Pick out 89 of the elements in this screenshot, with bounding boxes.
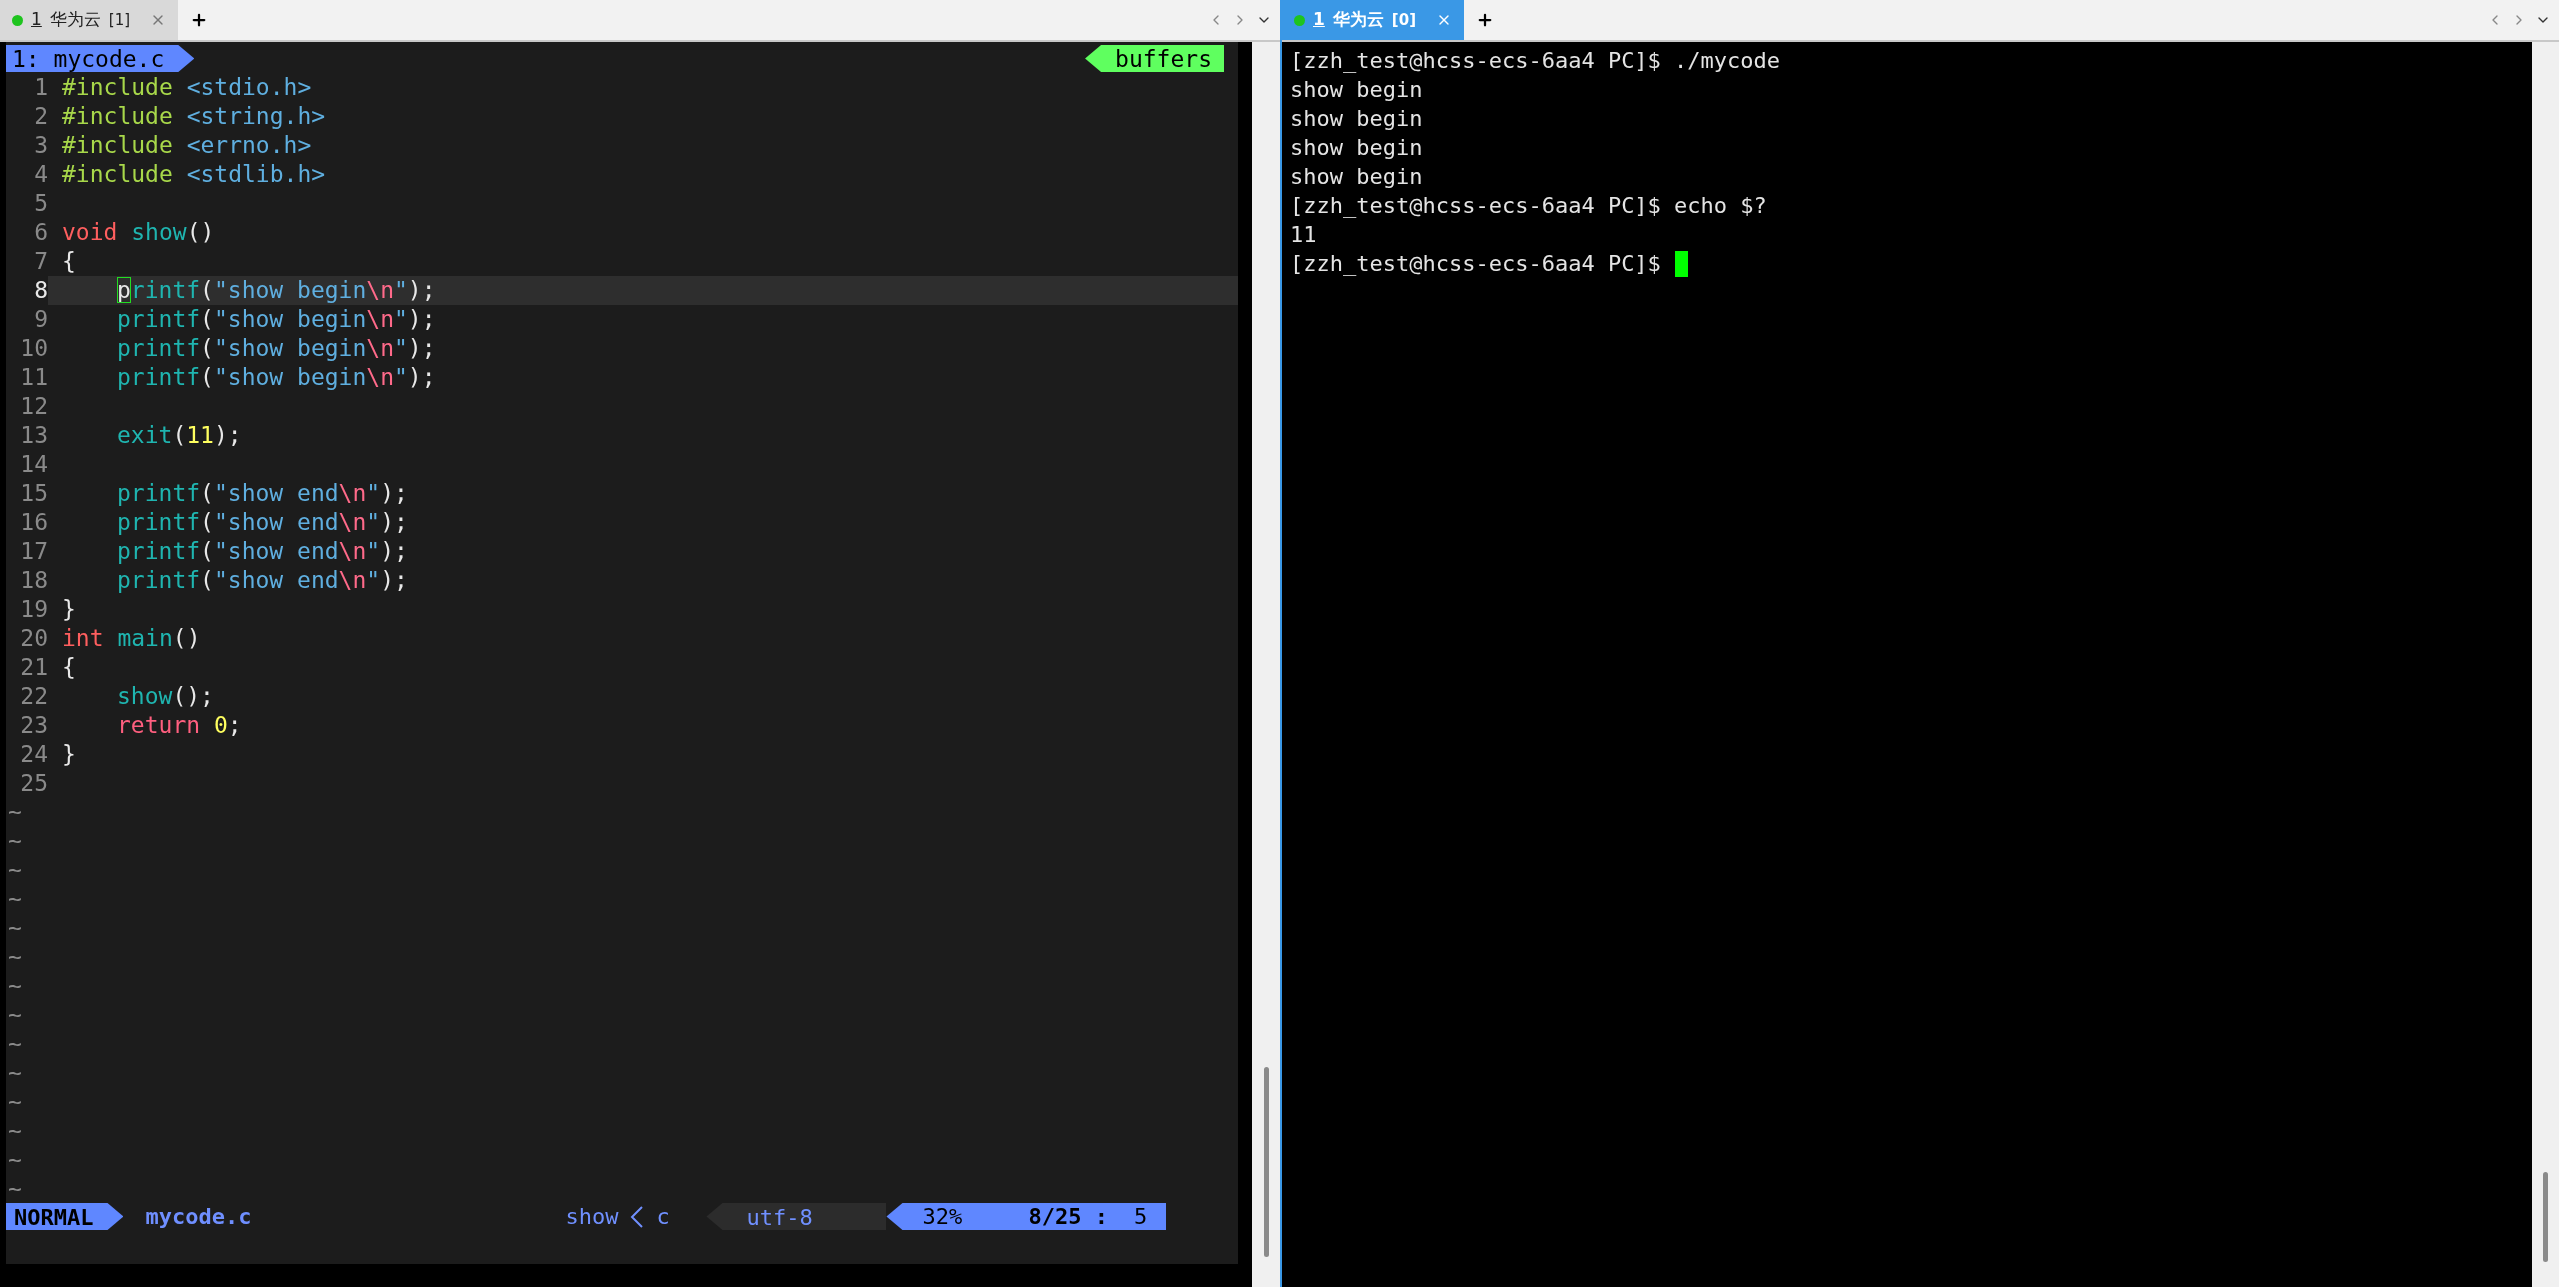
terminal-line: [zzh_test@hcss-ecs-6aa4 PC]$ [1290,250,1661,278]
line-number: 13 [19,421,48,450]
cursor-position: 8/25 : [1028,1203,1108,1231]
code-text: show(); [116,682,214,711]
line-number: 25 [19,769,48,798]
empty-line-tilde: ~ [7,1030,22,1059]
empty-line-tilde: ~ [7,943,22,972]
empty-line-tilde: ~ [7,914,22,943]
cursor-column: 5 [1133,1202,1148,1231]
empty-line-tilde: ~ [7,1117,22,1146]
line-number: 3 [33,131,48,160]
tab-session: [1] [108,9,131,31]
line-number: 15 [19,479,48,508]
code-text: exit(11); [116,421,242,450]
tab-session: [0] [1391,9,1416,31]
tab-title: 华为云 [49,8,101,32]
terminal-line: [zzh_test@hcss-ecs-6aa4 PC]$ echo $? [1290,192,1767,220]
function-name: show [565,1203,619,1231]
line-number: 20 [19,624,48,653]
line-number: 18 [19,566,48,595]
line-number: 21 [19,653,48,682]
line-number: 8 [6,276,48,305]
code-text: { [62,247,76,276]
code-text: printf("show end\n"); [116,537,408,566]
new-tab-icon[interactable] [1476,11,1494,29]
line-number: 5 [33,189,48,218]
terminal-line: 11 [1290,221,1317,249]
scrollbar-thumb[interactable] [2543,1172,2548,1262]
empty-line-tilde: ~ [7,972,22,1001]
code-text: printf("show end\n"); [116,566,408,595]
line-number: 2 [33,102,48,131]
terminal-line: show begin [1290,105,1423,133]
code-text: #include <stdio.h> [62,73,312,102]
code-text: printf("show begin\n"); [116,334,436,363]
session-tab[interactable]: 1 华为云 [1] [0,0,179,40]
line-number: 24 [19,740,48,769]
empty-line-tilde: ~ [7,856,22,885]
code-text: printf("show end\n"); [116,479,408,508]
line-number: 22 [19,682,48,711]
code-text: printf("show begin\n"); [116,276,436,305]
line-number: 12 [19,392,48,421]
mode-indicator: NORMAL [6,1203,124,1230]
scrollbar-thumb[interactable] [1263,1067,1269,1257]
line-number: 1 [33,73,48,102]
code-text: #include <errno.h> [62,131,312,160]
tab-title: 华为云 [1332,8,1384,32]
code-text: } [62,740,76,769]
buffer-tab[interactable]: 1: mycode.c [6,45,195,72]
empty-line-tilde: ~ [7,1175,22,1204]
tab-number: 1 [1313,8,1325,32]
buffers-label: buffers [1085,45,1224,72]
empty-line-tilde: ~ [7,1001,22,1030]
empty-line-tilde: ~ [7,1059,22,1088]
empty-line-tilde: ~ [7,798,22,827]
line-number: 4 [33,160,48,189]
line-number: 10 [19,334,48,363]
empty-line-tilde: ~ [7,1088,22,1117]
code-text: printf("show begin\n"); [116,363,436,392]
empty-line-tilde: ~ [7,1146,22,1175]
line-number: 23 [19,711,48,740]
code-text: printf("show begin\n"); [116,305,436,334]
code-text: void show() [62,218,215,247]
tab-number: 1 [31,8,42,32]
code-text: int main() [62,624,201,653]
code-text: printf("show end\n"); [116,508,408,537]
code-text: } [62,595,76,624]
code-text: #include <stdlib.h> [62,160,326,189]
file-name: mycode.c [145,1203,253,1231]
terminal-line: show begin [1290,76,1423,104]
terminal-line: show begin [1290,134,1423,162]
line-number: 9 [33,305,48,334]
line-number: 16 [19,508,48,537]
chevron-left-icon [630,1204,645,1229]
line-number: 11 [19,363,48,392]
code-text: { [62,653,76,682]
file-type: c [656,1203,671,1231]
line-number: 6 [33,218,48,247]
code-text: #include <string.h> [62,102,326,131]
line-number: 19 [19,595,48,624]
scroll-percent: 32% [922,1203,964,1231]
terminal-line: show begin [1290,163,1423,191]
line-number: 7 [33,247,48,276]
empty-line-tilde: ~ [7,827,22,856]
line-number: 17 [19,537,48,566]
terminal-line: [zzh_test@hcss-ecs-6aa4 PC]$ ./mycode [1290,47,1781,75]
encoding: utf-8 [706,1203,887,1230]
empty-line-tilde: ~ [7,885,22,914]
code-text: return 0; [116,711,242,740]
line-number: 14 [19,450,48,479]
